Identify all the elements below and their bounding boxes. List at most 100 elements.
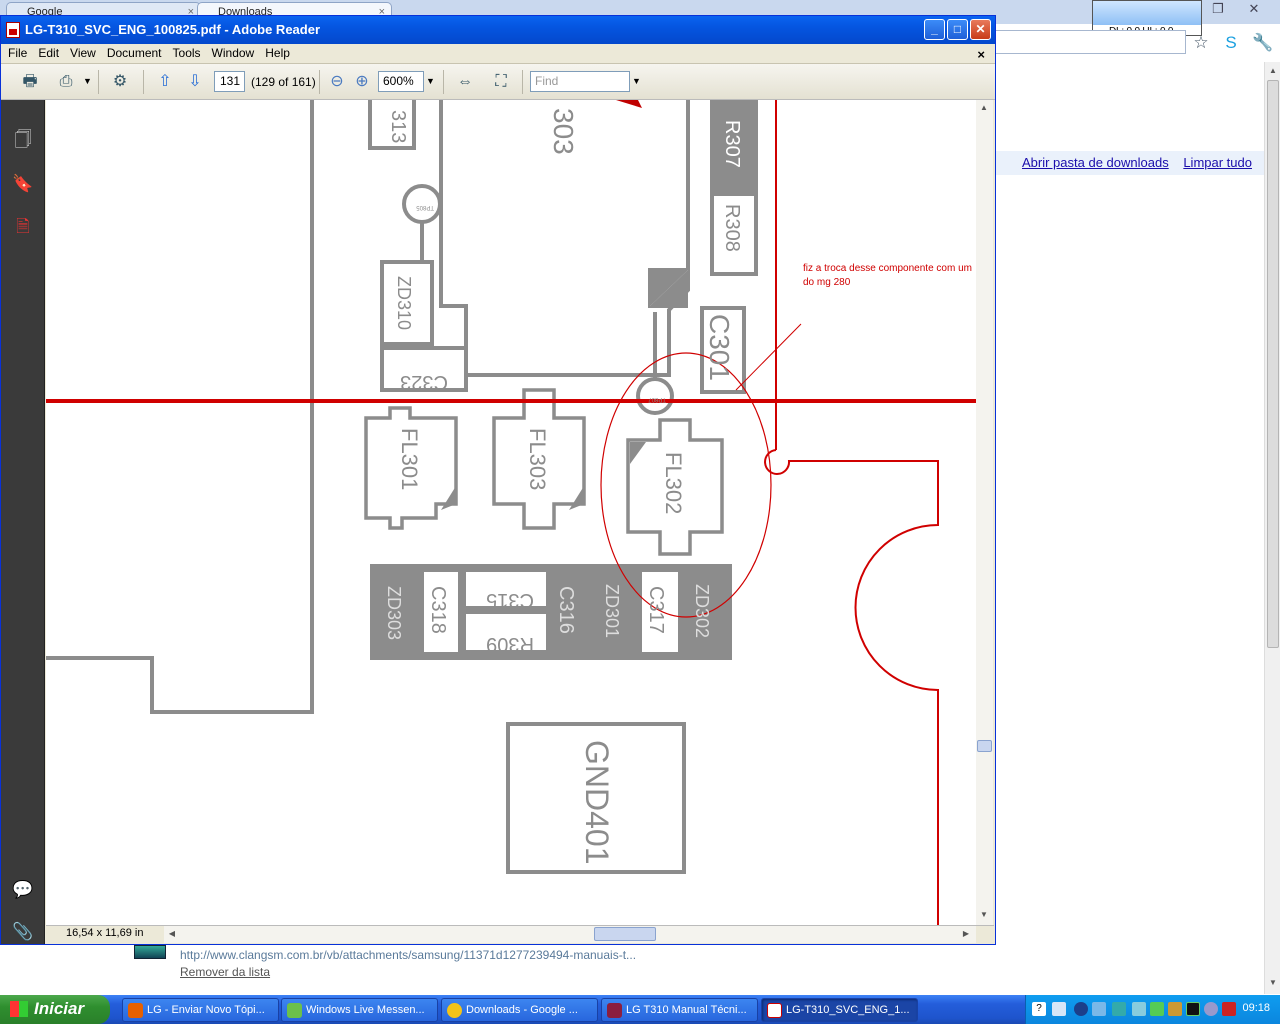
find-input[interactable]: Find	[530, 71, 630, 92]
monitor-icon[interactable]	[1186, 1002, 1200, 1016]
messenger-icon	[287, 1003, 302, 1018]
document-close-icon[interactable]: ×	[973, 45, 989, 62]
remove-from-list-link[interactable]: Remover da lista	[180, 965, 270, 979]
label-r307: R307	[721, 120, 743, 168]
scroll-up-icon[interactable]: ▲	[978, 101, 990, 115]
net-meter-bar	[1093, 1, 1201, 25]
previous-page-icon[interactable]: ⇧	[154, 72, 176, 92]
wrench-icon[interactable]: 🔧	[1252, 33, 1273, 53]
network-icon[interactable]	[1052, 1002, 1066, 1016]
label-c316: C316	[555, 586, 577, 634]
chevron-down-icon[interactable]: ▼	[426, 76, 435, 86]
label-r309: R309	[486, 633, 534, 655]
scrollbar-thumb[interactable]	[1267, 80, 1279, 648]
winrar-icon	[607, 1003, 622, 1018]
document-scrollbar[interactable]: ▲ ▼	[976, 100, 993, 926]
scroll-down-icon[interactable]: ▼	[1267, 976, 1279, 990]
annotation-note: fiz a troca desse componente com um do m…	[803, 263, 972, 288]
skype-icon[interactable]: S	[1221, 33, 1241, 53]
scroll-down-icon[interactable]: ▼	[978, 908, 990, 922]
reader-title-bar[interactable]: LG-T310_SVC_ENG_100825.pdf - Adobe Reade…	[1, 16, 995, 44]
chrome-scrollbar[interactable]: ▲ ▼	[1264, 62, 1280, 994]
fl303-marker	[569, 486, 584, 510]
task-chrome[interactable]: Downloads - Google ...	[441, 998, 598, 1022]
task-winrar[interactable]: LG T310 Manual Técni...	[601, 998, 758, 1022]
pages-icon[interactable]: 🗍	[12, 128, 34, 152]
menu-file[interactable]: File	[4, 44, 31, 60]
label-zd310: ZD310	[394, 276, 414, 330]
star-icon[interactable]: ☆	[1191, 33, 1211, 53]
menu-tools[interactable]: Tools	[169, 44, 205, 60]
security-icon[interactable]	[1150, 1002, 1164, 1016]
zoom-input[interactable]: 600%	[378, 71, 424, 92]
bookmarks-icon[interactable]: 🔖	[12, 172, 34, 196]
close-icon[interactable]: ✕	[1242, 1, 1266, 17]
label-c323: C323	[400, 371, 448, 393]
page-size-readout: 16,54 x 11,69 in	[66, 927, 144, 939]
scroll-right-icon[interactable]: ▶	[960, 927, 972, 941]
label-fl302: FL302	[661, 452, 686, 514]
toolbar-separator	[98, 70, 99, 94]
label-tp807: TP807	[648, 396, 666, 402]
fl301-marker	[441, 486, 456, 510]
maximize-button[interactable]: □	[947, 19, 968, 40]
task-messenger[interactable]: Windows Live Messen...	[281, 998, 438, 1022]
scroll-left-icon[interactable]: ◀	[166, 927, 178, 941]
address-bar[interactable]	[996, 30, 1186, 54]
pdf-icon	[6, 22, 20, 38]
chrome-icon	[447, 1003, 462, 1018]
arrow-marker	[616, 100, 642, 108]
close-button[interactable]: ✕	[970, 19, 991, 40]
toolbar-separator	[522, 70, 523, 94]
tool-icon[interactable]	[1168, 1002, 1182, 1016]
scrollbar-thumb[interactable]	[594, 927, 656, 941]
scroll-up-icon[interactable]: ▲	[1267, 64, 1279, 78]
label-r313: 313	[387, 110, 409, 143]
menu-view[interactable]: View	[66, 44, 100, 60]
task-firefox[interactable]: LG - Enviar Novo Tópi...	[122, 998, 279, 1022]
menu-edit[interactable]: Edit	[34, 44, 63, 60]
reader-toolbar: 🖶 ⎙ ▼ ⚙ ⇧ ⇩ 131 (129 of 161) ⊖ ⊕ 600% ▼ …	[1, 64, 995, 100]
label-zd301: ZD301	[602, 584, 622, 638]
navigation-panel: 🗍 🔖 🗎 💬 📎	[1, 100, 45, 944]
menu-window[interactable]: Window	[208, 44, 259, 60]
menu-help[interactable]: Help	[261, 44, 294, 60]
scrollbar-thumb[interactable]	[977, 740, 992, 752]
pdf-info-icon[interactable]: 🗎	[12, 215, 34, 239]
start-button[interactable]: Iniciar	[0, 995, 110, 1024]
minimize-button[interactable]: _	[924, 19, 945, 40]
tp807-outline	[636, 377, 674, 415]
chevron-down-icon[interactable]: ▼	[632, 76, 641, 86]
restore-icon[interactable]: ❐	[1206, 1, 1230, 17]
user-icon[interactable]	[1132, 1002, 1146, 1016]
horizontal-scrollbar[interactable]: ◀ ▶	[164, 926, 976, 943]
help-icon[interactable]: ?	[1032, 1002, 1046, 1016]
task-adobe-reader[interactable]: LG-T310_SVC_ENG_1...	[761, 998, 918, 1022]
download-url[interactable]: http://www.clangsm.com.br/vb/attachments…	[180, 948, 636, 962]
share-icon[interactable]: ⎙	[55, 72, 77, 92]
messenger-tray-icon[interactable]	[1092, 1002, 1106, 1016]
antivirus-icon[interactable]	[1222, 1002, 1236, 1016]
zoom-out-icon[interactable]: ⊖	[326, 72, 348, 92]
fit-width-icon[interactable]: ⇔	[454, 72, 476, 92]
chevron-down-icon[interactable]: ▼	[83, 76, 92, 86]
document-viewport[interactable]: 313 303 R307 R308 TP805 ZD310 C323 C301 …	[46, 100, 976, 926]
collaborate-icon[interactable]: ⚙	[109, 72, 131, 92]
next-page-icon[interactable]: ⇩	[184, 72, 206, 92]
zoom-in-icon[interactable]: ⊕	[351, 72, 373, 92]
open-downloads-folder-link[interactable]: Abrir pasta de downloads	[1022, 155, 1169, 170]
system-tray: ? 09:18	[1025, 995, 1280, 1024]
attachment-icon[interactable]: 📎	[12, 920, 34, 944]
wifi-icon[interactable]	[1112, 1002, 1126, 1016]
menu-document[interactable]: Document	[103, 44, 166, 60]
firefox-icon	[128, 1003, 143, 1018]
page-count: (129 of 161)	[251, 75, 316, 89]
comments-icon[interactable]: 💬	[12, 878, 34, 902]
page-number-input[interactable]: 131	[214, 71, 245, 92]
back-arrow-icon[interactable]	[1074, 1002, 1088, 1016]
clear-all-link[interactable]: Limpar tudo	[1183, 155, 1252, 170]
fl302-marker	[630, 442, 646, 464]
audio-icon[interactable]	[1204, 1002, 1218, 1016]
print-icon[interactable]: 🖶	[19, 72, 41, 92]
fit-page-icon[interactable]: ⛶	[490, 72, 512, 92]
